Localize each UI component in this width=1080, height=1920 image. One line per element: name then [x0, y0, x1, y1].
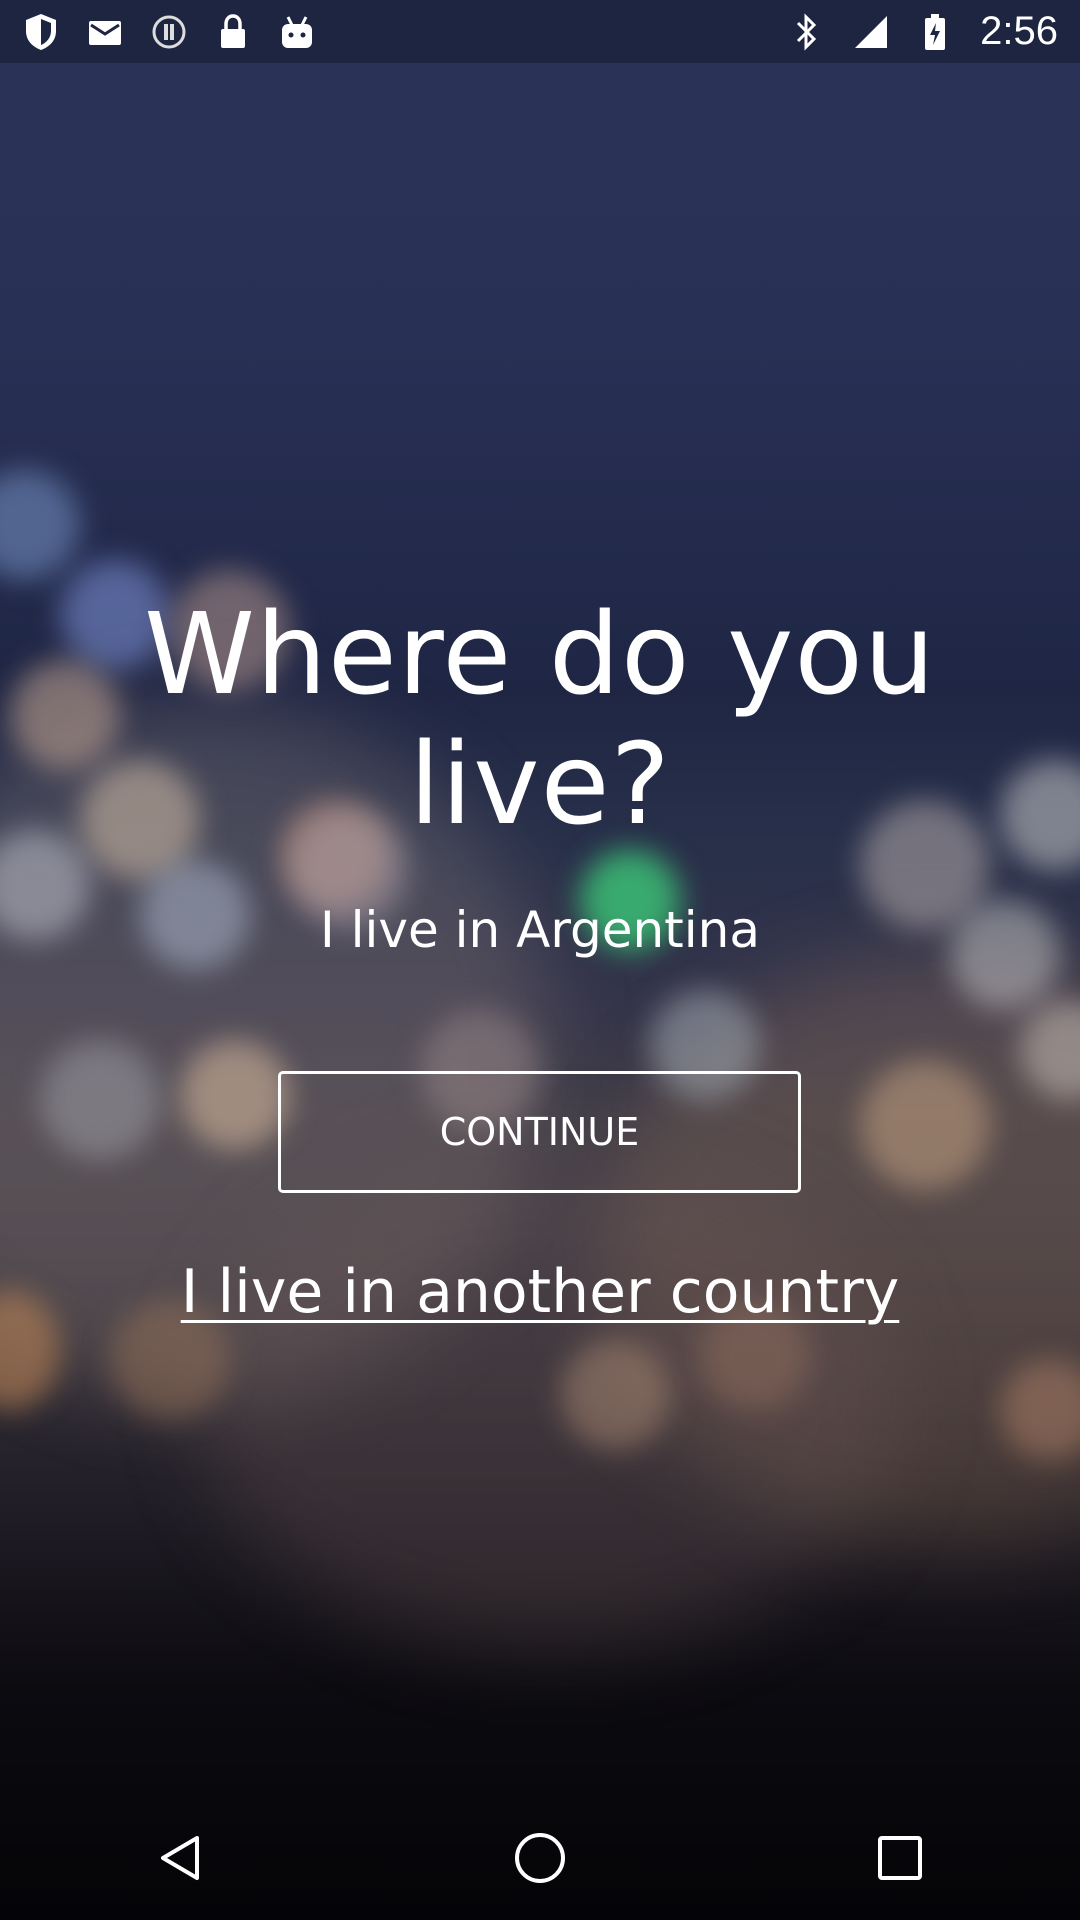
other-country-link[interactable]: I live in another country — [181, 1257, 900, 1327]
home-button[interactable] — [480, 1810, 600, 1910]
recents-icon — [877, 1835, 923, 1885]
back-button[interactable] — [120, 1810, 240, 1910]
status-right-icons: 2:56 — [788, 9, 1058, 54]
mail-icon — [86, 13, 124, 51]
other-country-row: I live in another country — [0, 1255, 1080, 1330]
signal-icon — [852, 13, 890, 51]
current-country-label: I live in Argentina — [319, 901, 761, 959]
clock: 2:56 — [980, 9, 1058, 53]
back-icon — [155, 1833, 205, 1887]
screen: 2:56 Where do you live? I live in Argent… — [0, 0, 1080, 1920]
home-icon — [512, 1830, 568, 1890]
battery-icon — [916, 13, 954, 51]
android-icon — [278, 13, 316, 51]
bokeh-background — [0, 0, 1080, 1920]
lock-icon — [214, 13, 252, 51]
info-circle-icon — [150, 13, 188, 51]
continue-button[interactable]: CONTINUE — [278, 1071, 801, 1193]
page-title: Where do you live? — [144, 590, 936, 850]
navigation-bar — [0, 1800, 1080, 1920]
status-left-icons — [22, 13, 316, 51]
bluetooth-icon — [788, 12, 826, 51]
recents-button[interactable] — [840, 1810, 960, 1910]
shield-icon — [22, 13, 60, 51]
status-bar: 2:56 — [0, 0, 1080, 63]
